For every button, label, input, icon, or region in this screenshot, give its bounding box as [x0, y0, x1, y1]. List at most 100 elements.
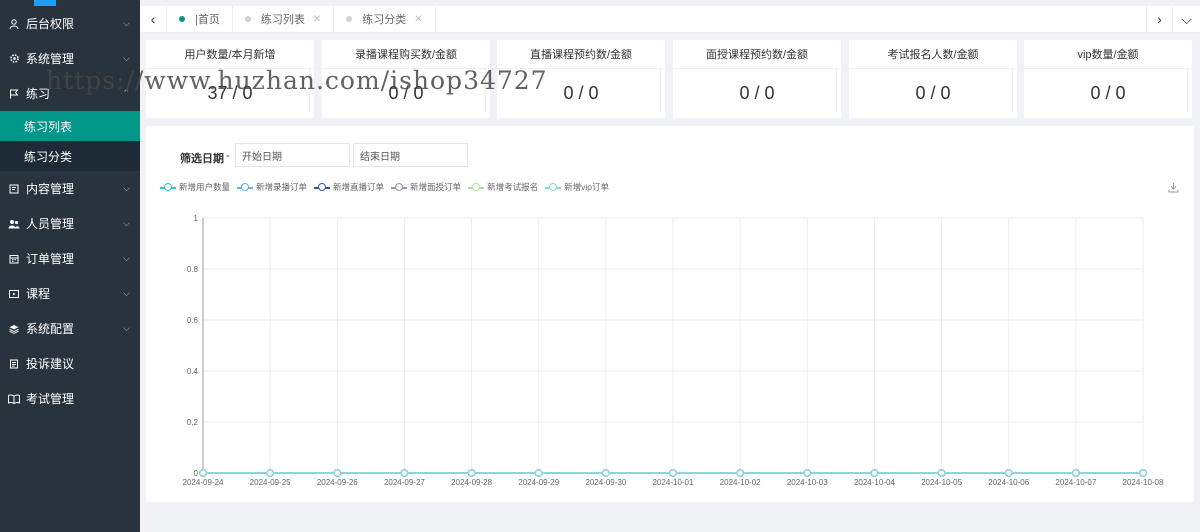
- close-icon[interactable]: ✕: [414, 14, 422, 25]
- y-tick-label: 0.6: [187, 316, 199, 325]
- stat-card-divider: [1024, 68, 1192, 69]
- sidebar-item-label: 练习: [26, 87, 51, 101]
- tab-practice-list[interactable]: 练习列表 ✕: [233, 5, 335, 33]
- tab-status-dot: [244, 16, 251, 22]
- sidebar-item-complaints[interactable]: 投诉建议: [0, 346, 140, 381]
- line-chart: 0 0.2 0.4 0.6 0.8 1 2024-09-24 2024-09-25 2024-0…: [183, 214, 1164, 487]
- sidebar-item-content-management[interactable]: 内容管理 ⌵: [0, 171, 140, 206]
- play-icon: [8, 288, 20, 300]
- x-tick-label: 2024-10-01: [653, 478, 694, 487]
- sidebar-item-order-management[interactable]: 订单管理 ⌵: [0, 241, 140, 276]
- sidebar-item-exam-management[interactable]: 考试管理: [0, 381, 140, 416]
- x-tick-label: 2024-10-04: [854, 478, 895, 487]
- sidebar-subitem-practice-category[interactable]: 练习分类: [0, 141, 140, 171]
- data-point: [669, 469, 677, 477]
- stat-card-edge: [660, 68, 661, 112]
- chevron-down-icon: ⌵: [123, 18, 130, 28]
- chevron-down-icon: ⌵: [123, 253, 130, 263]
- stat-card-recorded-courses: 录播课程购买数/金额 0 / 0: [322, 40, 490, 118]
- data-point: [1004, 469, 1013, 477]
- stat-card-divider: [146, 68, 314, 69]
- stat-card-value: 0 / 0: [1090, 83, 1126, 103]
- stat-card-users: 用户数量/本月新增 37 / 0: [146, 40, 314, 118]
- stat-card-value: 0 / 0: [739, 83, 775, 103]
- stat-card-live-courses: 直播课程预约数/金额 0 / 0: [497, 40, 665, 118]
- sidebar-subitem-practice-list[interactable]: 练习列表: [0, 111, 140, 141]
- x-tick-label: 2024-09-26: [317, 478, 358, 487]
- book-icon: [8, 393, 20, 405]
- stat-card-title: 面授课程预约数/金额: [705, 49, 809, 61]
- x-tick-label: 2024-09-27: [384, 478, 425, 487]
- sidebar-item-course[interactable]: 课程 ⌵: [0, 276, 140, 311]
- x-tick-label: 2024-10-02: [720, 478, 761, 487]
- stat-card-divider: [322, 68, 490, 69]
- data-point: [803, 469, 812, 477]
- sidebar-item-system-management[interactable]: 系统管理 ⌵: [0, 41, 140, 76]
- chevron-right-icon: ›: [1157, 11, 1162, 27]
- y-tick-label: 0.2: [187, 418, 199, 427]
- tab-status-dot: [179, 16, 185, 22]
- stat-card-title: 考试报名人数/金额: [887, 49, 979, 61]
- chevron-down-icon: ⌵: [123, 53, 130, 63]
- data-point: [534, 469, 543, 477]
- tab-practice-category[interactable]: 练习分类 ✕: [334, 5, 436, 33]
- tab-home[interactable]: |首页: [167, 5, 233, 33]
- stat-card-title: 用户数量/本月新增: [184, 49, 276, 61]
- tab-label: 练习分类: [362, 14, 407, 26]
- data-point: [602, 469, 610, 477]
- x-tick-label: 2024-10-06: [988, 478, 1029, 487]
- chevron-down-icon: ⌵: [123, 323, 130, 333]
- sidebar-item-label: 投诉建议: [26, 357, 75, 371]
- chevron-left-icon: ‹: [150, 11, 156, 27]
- stat-card-title: 录播课程购买数/金额: [354, 49, 458, 61]
- tabs-scroll-right-button[interactable]: ›: [1146, 5, 1173, 33]
- sidebar-item-label: 考试管理: [26, 392, 75, 406]
- chevron-down-icon: ⌵: [123, 183, 130, 193]
- sidebar-item-label: 系统管理: [26, 52, 75, 66]
- chevron-up-icon: ⌃: [122, 88, 130, 98]
- x-tick-label: 2024-10-08: [1123, 478, 1164, 487]
- data-point: [467, 469, 476, 477]
- stat-card-title: 直播课程预约数/金额: [529, 49, 633, 61]
- chevron-down-icon: ⌵: [123, 218, 130, 228]
- x-tick-label: 2024-10-05: [921, 478, 962, 487]
- doc-icon: [8, 183, 20, 195]
- x-tick-label: 2024-10-07: [1055, 478, 1096, 487]
- stat-card-title: vip数量/金额: [1077, 49, 1139, 61]
- sidebar-item-system-config[interactable]: 系统配置 ⌵: [0, 311, 140, 346]
- x-tick-label: 2024-10-03: [787, 478, 828, 487]
- stat-card-value: 0 / 0: [388, 83, 424, 103]
- users-icon: [8, 218, 20, 230]
- data-point: [736, 469, 744, 477]
- sidebar-item-personnel-management[interactable]: 人员管理 ⌵: [0, 206, 140, 241]
- stat-card-value: 37 / 0: [207, 83, 253, 103]
- data-point: [333, 469, 342, 477]
- tabs-bar: ‹ |首页 练习列表 ✕ 练习分类 ✕ › ⌵: [140, 5, 1200, 33]
- close-icon[interactable]: ✕: [313, 14, 321, 25]
- user-icon: [8, 18, 20, 30]
- data-point: [199, 469, 207, 477]
- data-point: [1072, 469, 1080, 477]
- stat-card-value: 0 / 0: [563, 83, 599, 103]
- sidebar-item-label: 人员管理: [26, 217, 75, 231]
- sidebar-subitem-label: 练习列表: [24, 119, 73, 134]
- note-icon: [8, 358, 20, 370]
- sidebar-item-backend-permissions[interactable]: 后台权限 ⌵: [0, 6, 140, 41]
- tab-label: |首页: [195, 14, 220, 26]
- gear-icon: [8, 53, 20, 65]
- stat-card-divider: [849, 68, 1017, 69]
- tabs-scroll-left-button[interactable]: ‹: [140, 5, 167, 33]
- stat-card-edge: [1012, 68, 1013, 112]
- tabs-menu-button[interactable]: ⌵: [1173, 6, 1200, 33]
- stat-card-value: 0 / 0: [915, 83, 951, 103]
- data-point: [400, 469, 409, 477]
- stat-card-exam-registrations: 考试报名人数/金额 0 / 0: [849, 40, 1017, 118]
- tab-status-dot: [346, 16, 353, 22]
- sidebar-item-label: 内容管理: [26, 182, 75, 196]
- stat-card-divider: [497, 68, 665, 69]
- stat-card-edge: [836, 68, 837, 112]
- data-point: [937, 469, 946, 477]
- y-tick-label: 1: [194, 214, 199, 223]
- sidebar-item-practice[interactable]: 练习 ⌃: [0, 76, 140, 111]
- sidebar-item-label: 课程: [26, 287, 51, 301]
